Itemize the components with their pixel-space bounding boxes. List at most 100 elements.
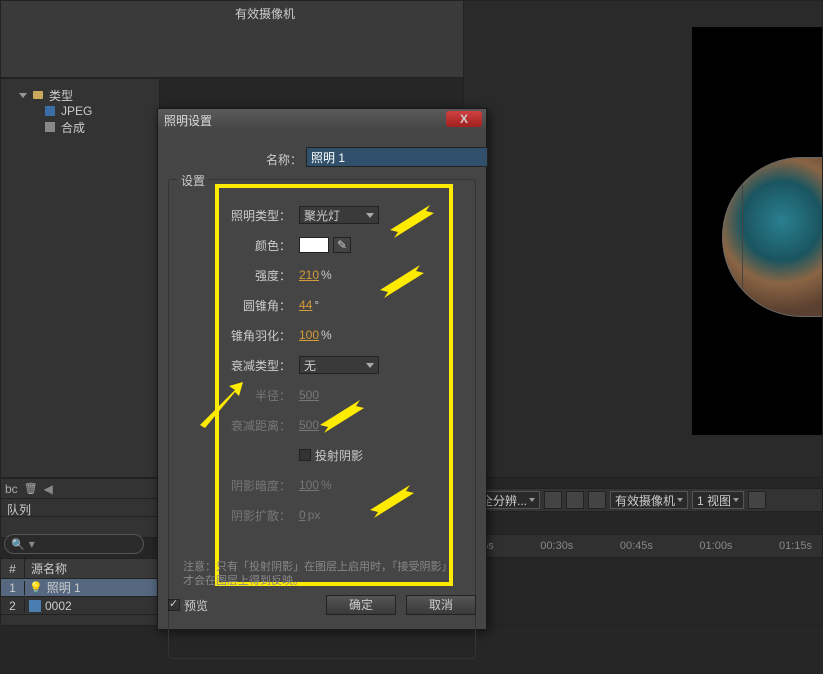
view-icon[interactable] xyxy=(748,491,766,509)
cone-angle-label: 圆锥角： xyxy=(179,297,299,314)
shadow-diffusion-value: 0 xyxy=(299,508,306,522)
falloff-distance-label: 衰减距离： xyxy=(179,417,299,434)
composition-preview xyxy=(463,0,823,478)
cone-feather-unit: % xyxy=(321,328,332,342)
timeline-tracks[interactable] xyxy=(465,558,823,626)
intensity-unit: % xyxy=(321,268,332,282)
shadow-darkness-label: 阴影暗度： xyxy=(179,477,299,494)
cone-feather-label: 锥角羽化： xyxy=(179,327,299,344)
dialog-note: 注意：只有「投射阴影」在图层上启用时，「接受阴影」才会在图层上得到反映。 xyxy=(183,560,461,588)
falloff-type-label: 衰减类型： xyxy=(179,357,299,374)
radius-field: 半径： 500 xyxy=(179,380,465,410)
tree-root-row[interactable]: 类型 xyxy=(1,87,159,103)
layer-number: 1 xyxy=(1,581,25,595)
cone-angle-value[interactable]: 44 xyxy=(299,298,312,312)
cast-shadow-field: 投射阴影 xyxy=(179,440,465,470)
falloff-distance-field: 衰减距离： 500 xyxy=(179,410,465,440)
layer-name: 0002 xyxy=(45,599,72,613)
tree-item-jpeg[interactable]: JPEG xyxy=(1,103,159,119)
preview-checkbox-group[interactable]: 预览 xyxy=(168,597,208,614)
cone-angle-field: 圆锥角： 44 ° xyxy=(179,290,465,320)
camera-dropdown[interactable]: 有效摄像机 xyxy=(610,491,688,509)
layer-row-2[interactable]: 2 0002 xyxy=(1,597,159,615)
preview-toolbar: (全分辨... 有效摄像机 1 视图 xyxy=(465,488,823,512)
chevron-down-icon xyxy=(677,498,683,502)
grid-icon[interactable] xyxy=(544,491,562,509)
tree-root-label: 类型 xyxy=(49,87,73,104)
shadow-darkness-unit: % xyxy=(321,478,332,492)
chevron-down-icon xyxy=(733,498,739,502)
mask-icon[interactable] xyxy=(588,491,606,509)
chevron-down-icon xyxy=(529,498,535,502)
shadow-darkness-value: 100 xyxy=(299,478,319,492)
timeline-ruler[interactable]: 15s 00:30s 00:45s 01:00s 01:15s xyxy=(465,534,823,558)
shadow-diffusion-unit: px xyxy=(308,508,321,522)
shadow-diffusion-field: 阴影扩散： 0 px xyxy=(179,500,465,530)
trash-icon[interactable]: 🗑 xyxy=(24,482,38,495)
project-tree: 类型 JPEG 合成 xyxy=(1,79,159,143)
image-icon xyxy=(45,106,55,116)
radius-value: 500 xyxy=(299,388,319,402)
tree-item-label: JPEG xyxy=(61,104,92,118)
search-input[interactable]: 🔍 ▾ xyxy=(4,534,144,554)
color-field: 颜色： ✎ xyxy=(179,230,465,260)
tree-item-comp[interactable]: 合成 xyxy=(1,119,159,135)
falloff-distance-value: 500 xyxy=(299,418,319,432)
bpc-label: bc xyxy=(5,482,18,496)
queue-label: 队列 xyxy=(1,499,159,517)
intensity-value[interactable]: 210 xyxy=(299,268,319,282)
cast-shadow-label: 投射阴影 xyxy=(315,447,363,464)
ruler-tick: 01:00s xyxy=(699,540,732,552)
composition-icon xyxy=(29,600,41,612)
eyedropper-button[interactable]: ✎ xyxy=(333,237,351,253)
tree-item-label: 合成 xyxy=(61,119,85,136)
falloff-type-dropdown[interactable]: 无 xyxy=(299,356,379,374)
guides-icon[interactable] xyxy=(566,491,584,509)
light-icon: 💡 xyxy=(29,581,43,594)
top-panel: 有效摄像机 xyxy=(0,0,465,78)
wireframe-arc xyxy=(722,157,822,317)
project-bottom-bar: bc 🗑 ◀ 队列 xyxy=(0,478,160,538)
color-swatch[interactable] xyxy=(299,237,329,253)
light-type-label: 照明类型： xyxy=(179,207,299,224)
name-input[interactable] xyxy=(306,147,488,167)
project-panel: 类型 JPEG 合成 xyxy=(0,78,160,478)
name-field[interactable] xyxy=(307,148,487,166)
intensity-field: 强度： 210 % xyxy=(179,260,465,290)
dialog-title: 照明设置 xyxy=(164,112,212,129)
view-count-dropdown[interactable]: 1 视图 xyxy=(692,491,744,509)
close-button[interactable]: X xyxy=(446,111,482,127)
close-icon: X xyxy=(460,112,468,126)
preview-checkbox[interactable] xyxy=(168,599,180,611)
cone-feather-field: 锥角羽化： 100 % xyxy=(179,320,465,350)
light-type-field: 照明类型： 聚光灯 xyxy=(179,200,465,230)
falloff-type-value: 无 xyxy=(304,357,316,374)
eyedropper-icon: ✎ xyxy=(337,238,347,252)
shadow-diffusion-label: 阴影扩散： xyxy=(179,507,299,524)
radius-label: 半径： xyxy=(179,387,299,404)
dialog-button-bar: 预览 确定 取消 xyxy=(168,595,476,615)
ruler-tick: 00:45s xyxy=(620,540,653,552)
cast-shadow-checkbox[interactable] xyxy=(299,449,311,461)
light-type-dropdown[interactable]: 聚光灯 xyxy=(299,206,379,224)
timeline-header: # 源名称 xyxy=(1,559,159,579)
timeline-layers-panel: # 源名称 1 💡 照明 1 2 0002 xyxy=(0,558,160,626)
chevron-down-icon xyxy=(366,363,374,368)
cancel-button[interactable]: 取消 xyxy=(406,595,476,615)
ruler-tick: 00:30s xyxy=(540,540,573,552)
light-settings-dialog: 照明设置 X 名称： 设置 照明类型： 聚光灯 颜色： ✎ 强度： 2 xyxy=(157,108,487,630)
ruler-tick: 01:15s xyxy=(779,540,812,552)
cone-feather-value[interactable]: 100 xyxy=(299,328,319,342)
color-label: 颜色： xyxy=(179,237,299,254)
ok-button[interactable]: 确定 xyxy=(326,595,396,615)
folder-icon xyxy=(33,91,43,99)
project-toolbar: bc 🗑 ◀ xyxy=(1,479,159,499)
preview-label: 预览 xyxy=(184,597,208,614)
light-type-value: 聚光灯 xyxy=(304,207,340,224)
scroll-left-icon[interactable]: ◀ xyxy=(44,482,53,496)
shadow-darkness-field: 阴影暗度： 100 % xyxy=(179,470,465,500)
dialog-titlebar[interactable]: 照明设置 X xyxy=(158,109,486,131)
fieldset-label: 设置 xyxy=(177,172,209,189)
layer-row-1[interactable]: 1 💡 照明 1 xyxy=(1,579,159,597)
preview-viewport[interactable] xyxy=(692,27,822,435)
